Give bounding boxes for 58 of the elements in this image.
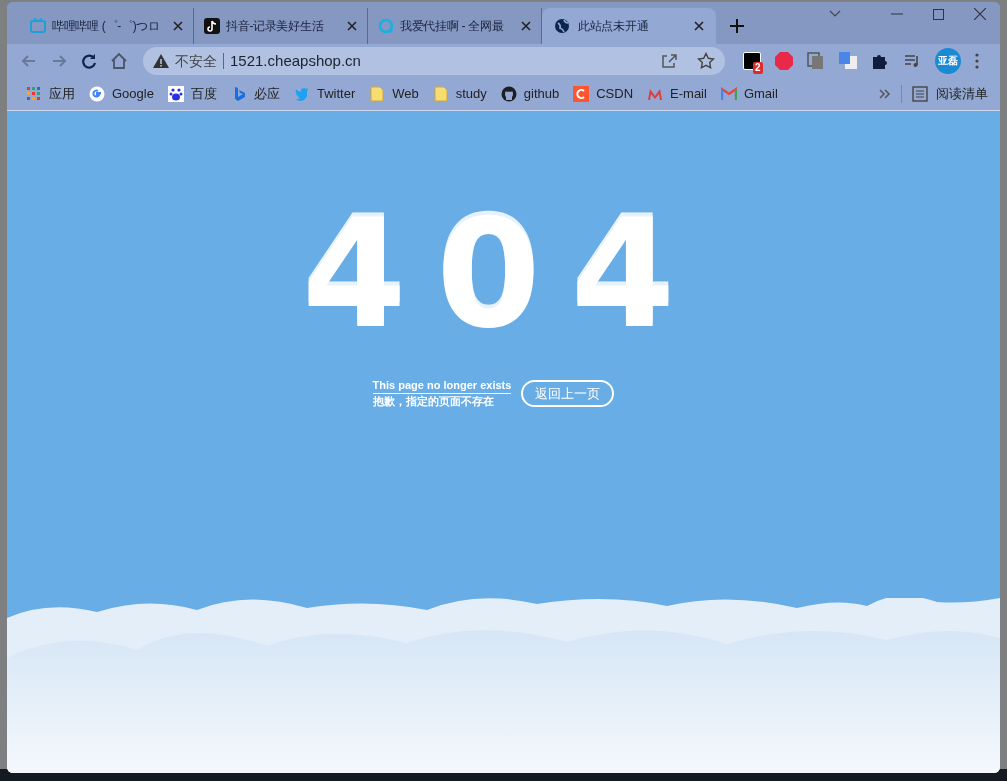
url-text: 1521.cheapshop.cn — [230, 50, 361, 71]
tab-title: 我爱代挂啊 - 全网最 — [400, 18, 505, 35]
puzzle-icon[interactable] — [871, 52, 889, 70]
google-g-icon — [89, 86, 105, 102]
menu-icon[interactable] — [975, 53, 979, 69]
search-icon — [378, 18, 394, 34]
bookmark-link[interactable]: 百度 — [162, 82, 222, 106]
star-icon[interactable] — [697, 52, 715, 70]
close-window-icon[interactable] — [974, 8, 986, 20]
bookmark-link[interactable]: Gmail — [715, 82, 783, 106]
close-icon[interactable] — [694, 21, 704, 31]
maximize-icon[interactable] — [933, 8, 944, 20]
bird-icon — [293, 86, 310, 102]
browser-tab[interactable]: 此站点未开通 — [542, 8, 716, 44]
warning-icon — [153, 54, 169, 68]
cat-icon — [500, 86, 517, 102]
close-icon[interactable] — [521, 21, 531, 31]
globe-icon — [554, 18, 570, 34]
message-chinese: 抱歉，指定的页面不存在 — [372, 394, 495, 408]
error-code: 404 — [301, 199, 706, 349]
reading-list-icon[interactable] — [912, 86, 928, 102]
folder-icon — [369, 86, 386, 102]
message-english: This page no longer exists — [372, 379, 512, 394]
bookmark-link[interactable]: Twitter — [288, 82, 361, 106]
security-label: 不安全 — [175, 51, 217, 71]
address-bar[interactable]: 不安全 1521.cheapshop.cn — [143, 47, 725, 75]
reading-list-label[interactable]: 阅读清单 — [936, 84, 988, 104]
bookmark-link[interactable]: 必应 — [225, 82, 285, 106]
reload-icon[interactable] — [79, 51, 99, 71]
bookmark-link[interactable]: study — [427, 82, 492, 106]
c-letter-icon — [573, 86, 590, 102]
tab-title: 哔哩哔哩 (゜-゜)つロ — [52, 18, 161, 35]
share-icon[interactable] — [661, 53, 677, 69]
paw-icon — [167, 86, 184, 102]
close-icon[interactable] — [173, 21, 183, 31]
bookmark-link[interactable]: E-mail — [642, 82, 712, 106]
bookmark-link[interactable]: github — [495, 82, 565, 106]
playlist-icon[interactable] — [903, 52, 921, 70]
notification-badge: 2 — [753, 62, 763, 74]
tab-search-icon[interactable] — [829, 10, 841, 18]
more-bookmarks-icon[interactable] — [879, 89, 891, 99]
tv-icon — [30, 18, 46, 34]
tab-title: 此站点未开通 — [578, 18, 650, 35]
bookmark-link[interactable]: CSDN — [568, 82, 639, 106]
tab-title: 抖音-记录美好生活 — [226, 18, 325, 35]
translate-icon[interactable] — [839, 52, 857, 70]
close-icon[interactable] — [347, 21, 357, 31]
copy-icon[interactable] — [807, 52, 825, 70]
music-note-icon — [204, 18, 220, 34]
new-tab-icon[interactable] — [730, 19, 744, 33]
home-icon[interactable] — [109, 51, 129, 71]
profile-avatar[interactable]: 亚磊 — [935, 48, 961, 74]
folder-icon — [432, 86, 449, 102]
bookmark-link[interactable]: Web — [364, 82, 424, 106]
envelope-icon — [720, 86, 737, 102]
bookmark-link[interactable]: 应用 — [21, 82, 80, 106]
bookmark-link[interactable]: Google — [84, 82, 159, 106]
apps-grid-icon — [26, 86, 42, 102]
